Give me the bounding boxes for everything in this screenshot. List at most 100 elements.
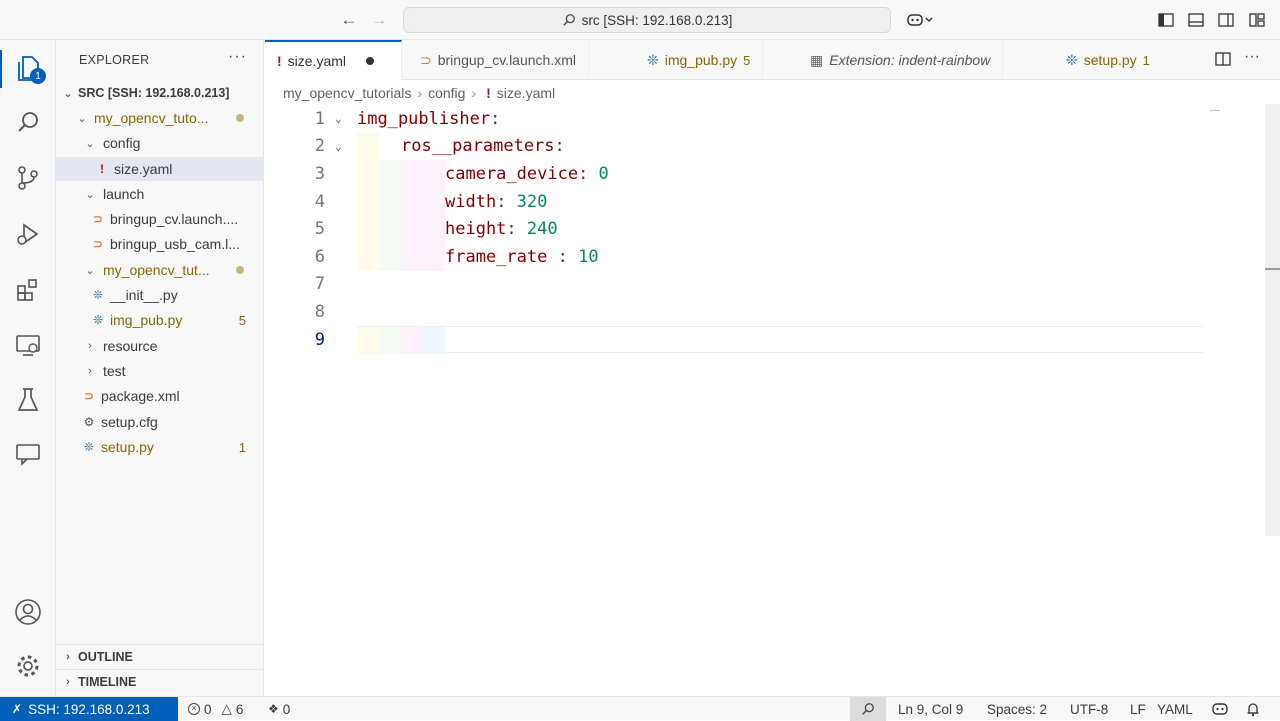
remote-explorer-icon[interactable] (12, 330, 44, 362)
copilot-menu[interactable] (904, 10, 938, 30)
minimap-marker: — (1210, 105, 1220, 116)
eol-indicator[interactable]: LF (1130, 697, 1146, 721)
source-control-icon[interactable] (12, 162, 44, 194)
customize-layout-icon[interactable] (1246, 10, 1268, 30)
problems-indicator[interactable]: × 0 △ 6 (188, 697, 243, 721)
code-editor[interactable]: 1 ⌄ img_publisher: 2 ⌄ ros__parameters: … (265, 104, 1265, 694)
yaml-value: 10 (578, 246, 599, 267)
indentation-indicator[interactable]: Spaces: 2 (987, 697, 1047, 721)
zoom-indicator[interactable] (850, 697, 886, 721)
code-line: 4 width: 320 (265, 187, 1205, 216)
code-line: 2 ⌄ ros__parameters: (265, 132, 1205, 161)
problem-count-badge: 5 (238, 312, 246, 328)
command-center-search[interactable]: src [SSH: 192.168.0.213] (403, 7, 891, 33)
tree-item-label: resource (103, 338, 158, 354)
remote-indicator[interactable]: ✗ SSH: 192.168.0.213 (0, 697, 178, 721)
tree-item-folder[interactable]: ⌄ my_opencv_tut... (56, 258, 264, 282)
tree-item-file[interactable]: ❊ setup.py 1 (56, 435, 264, 459)
timeline-section[interactable]: › TIMELINE (56, 669, 264, 693)
tab-setup-py[interactable]: ❊ setup.py 1 (1054, 40, 1162, 80)
toggle-panel-icon[interactable] (1185, 10, 1207, 30)
tree-item-folder[interactable]: › resource (56, 334, 264, 358)
gear-file-icon: ⚙ (83, 415, 95, 429)
indent-guide (401, 243, 445, 271)
toggle-primary-sidebar-icon[interactable] (1155, 10, 1177, 30)
outline-section[interactable]: › OUTLINE (56, 644, 264, 668)
tree-item-file[interactable]: ⊃ package.xml (56, 384, 264, 408)
chat-icon[interactable] (12, 438, 44, 470)
toggle-secondary-sidebar-icon[interactable] (1215, 10, 1237, 30)
tab-extension-indent-rainbow[interactable]: ▦ Extension: indent-rainbow (798, 40, 1004, 80)
line-number: 9 (314, 329, 325, 350)
tree-item-folder[interactable]: › test (56, 359, 264, 383)
split-editor-icon[interactable] (1215, 52, 1231, 69)
chevron-right-icon: › (66, 675, 70, 688)
encoding-indicator[interactable]: UTF-8 (1070, 697, 1108, 721)
tree-item-label: setup.cfg (101, 414, 158, 430)
tree-item-file[interactable]: ⊃ bringup_usb_cam.l... (56, 232, 264, 256)
tree-item-folder[interactable]: ⌄ config (56, 131, 264, 155)
status-bar: ✗ SSH: 192.168.0.213 × 0 △ 6 ❖ 0 Ln 9, C… (0, 696, 1280, 721)
run-debug-icon[interactable] (12, 218, 44, 250)
encoding-label: UTF-8 (1070, 701, 1109, 717)
explorer-icon[interactable]: 1 (12, 52, 46, 84)
forward-arrow-icon[interactable]: → (369, 10, 389, 30)
scrollbar-cursor-marker (1265, 268, 1280, 270)
gear-icon[interactable] (12, 650, 44, 682)
indent-guide (401, 215, 445, 243)
breadcrumb-item[interactable]: size.yaml (497, 85, 555, 101)
language-label: YAML (1157, 701, 1193, 717)
rss-xml-icon: ⊃ (92, 237, 104, 251)
breadcrumb-item[interactable]: my_opencv_tutorials (283, 85, 411, 101)
tree-item-label: bringup_usb_cam.l... (110, 236, 240, 252)
yaml-key: frame_rate (445, 246, 548, 267)
accounts-icon[interactable] (12, 596, 44, 628)
testing-icon[interactable] (12, 384, 44, 416)
tree-item-label: bringup_cv.launch.... (110, 211, 239, 227)
back-arrow-icon[interactable]: ← (339, 10, 359, 30)
remote-label: SSH: 192.168.0.213 (28, 701, 150, 717)
ports-indicator[interactable]: ❖ 0 (268, 697, 290, 721)
tree-item-label: launch (103, 186, 145, 202)
vertical-scrollbar[interactable] (1265, 104, 1280, 536)
extensions-icon[interactable] (12, 274, 44, 306)
language-mode[interactable]: YAML (1157, 697, 1193, 721)
tree-item-file[interactable]: ⚙ setup.cfg (56, 410, 264, 434)
tree-item-folder[interactable]: ⌄ my_opencv_tuto... (56, 106, 264, 130)
chevron-down-icon[interactable]: ⌄ (335, 112, 342, 125)
code-line: 6 frame_rate : 10 (265, 243, 1205, 271)
more-actions-icon[interactable]: ··· (228, 48, 247, 66)
activity-bar: 1 (0, 40, 56, 696)
search-icon[interactable] (12, 106, 44, 138)
breadcrumb-item[interactable]: config (428, 85, 465, 101)
tree-item-label: setup.py (101, 439, 154, 455)
tree-item-folder[interactable]: ⌄ launch (56, 182, 264, 206)
more-actions-icon[interactable]: ··· (1244, 48, 1260, 66)
zoom-icon (862, 703, 874, 715)
yaml-key: height (445, 219, 507, 240)
tree-item-label: package.xml (101, 388, 180, 404)
tree-item-label: __init__.py (110, 287, 178, 303)
yaml-file-icon: ! (486, 85, 491, 101)
indent-guide (401, 187, 445, 216)
editor-tabs: ! size.yaml ⊃ bringup_cv.launch.xml ❊ im… (265, 40, 1280, 80)
indent-guide (379, 160, 401, 188)
yaml-value: 320 (516, 191, 548, 212)
tree-item-file[interactable]: ! size.yaml (56, 157, 264, 181)
tree-item-file[interactable]: ❊ img_pub.py 5 (56, 308, 264, 332)
tab-bringup-cv-launch[interactable]: ⊃ bringup_cv.launch.xml (408, 40, 589, 80)
bell-icon[interactable] (1246, 697, 1260, 721)
copilot-status-icon[interactable] (1211, 697, 1229, 721)
explorer-badge: 1 (30, 68, 46, 84)
tree-item-file[interactable]: ❊ __init__.py (56, 283, 264, 307)
tab-img-pub[interactable]: ❊ img_pub.py 5 (635, 40, 764, 80)
python-file-icon: ❊ (83, 440, 95, 454)
unsaved-dot-icon[interactable] (366, 57, 375, 65)
indent-guide (379, 326, 401, 355)
cursor-position-label: Ln 9, Col 9 (898, 701, 964, 717)
tree-item-file[interactable]: ⊃ bringup_cv.launch.... (56, 207, 264, 231)
chevron-down-icon[interactable]: ⌄ (335, 140, 342, 153)
workspace-root[interactable]: ⌄ SRC [SSH: 192.168.0.213] (56, 81, 264, 105)
cursor-position[interactable]: Ln 9, Col 9 (898, 697, 963, 721)
tab-size-yaml[interactable]: ! size.yaml (265, 40, 402, 80)
